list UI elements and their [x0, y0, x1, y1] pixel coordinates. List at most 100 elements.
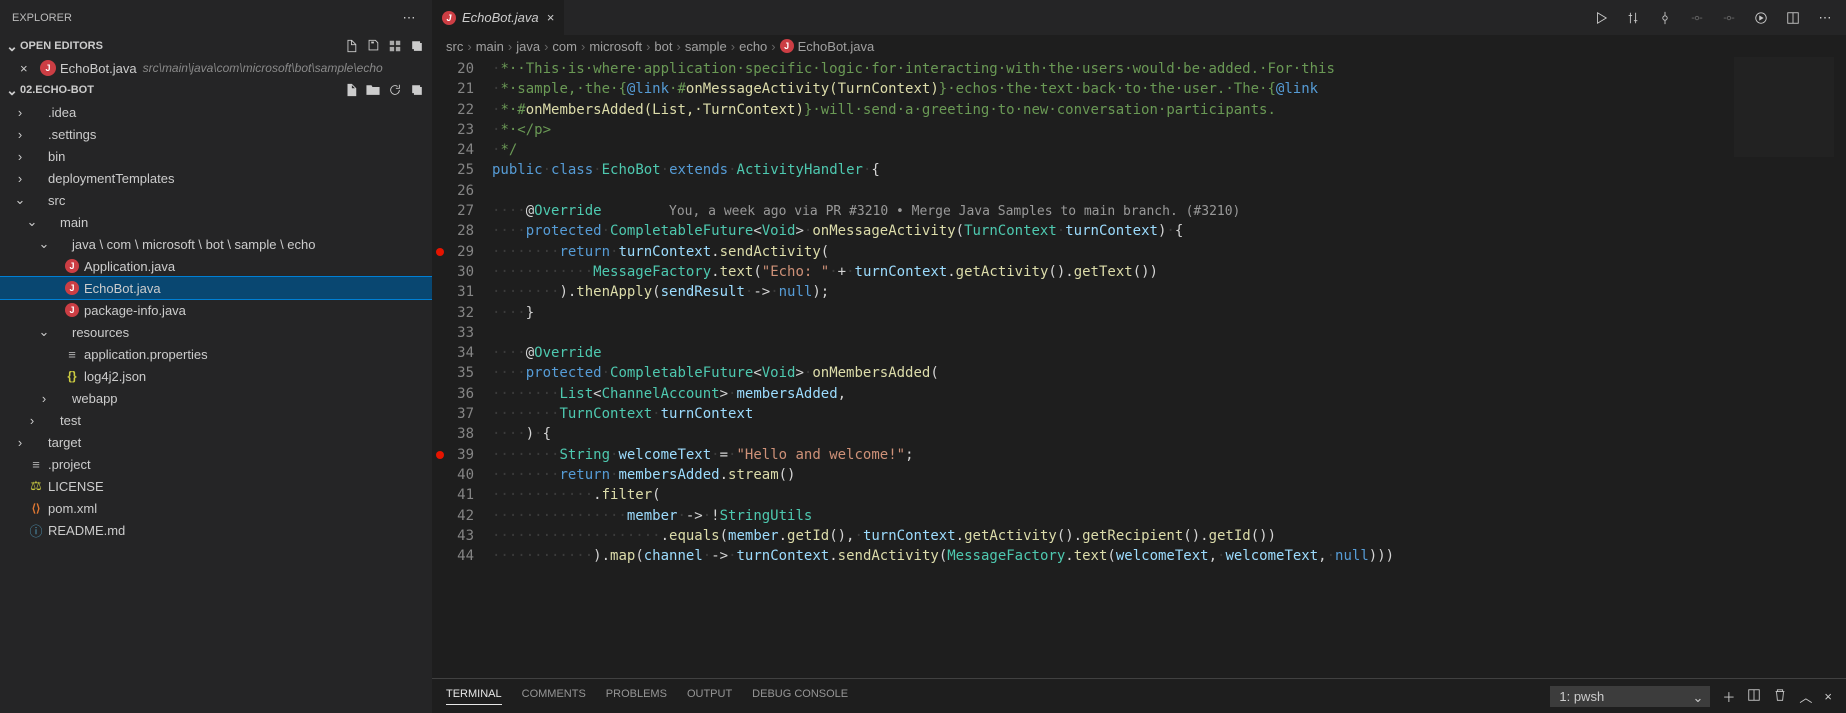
new-terminal-icon[interactable]: ＋: [1722, 687, 1735, 706]
properties-file-icon: ≡: [64, 346, 80, 362]
code-line[interactable]: ·*·#onMembersAdded(List,·TurnContext)}·w…: [492, 100, 1846, 120]
new-folder-icon[interactable]: [362, 79, 384, 101]
more-icon[interactable]: ⋯: [398, 7, 420, 29]
split-terminal-icon[interactable]: [1747, 688, 1761, 705]
code-content[interactable]: ·*··This·is·where·application·specific·l…: [492, 57, 1846, 678]
collapse-all-icon[interactable]: [406, 79, 428, 101]
tree-item[interactable]: {}log4j2.json: [0, 365, 432, 387]
tree-item[interactable]: Jpackage-info.java: [0, 299, 432, 321]
breadcrumb-segment[interactable]: sample: [685, 39, 727, 54]
tree-item[interactable]: ›.idea: [0, 101, 432, 123]
tab-echobot[interactable]: J EchoBot.java ×: [432, 0, 565, 35]
code-line[interactable]: [492, 181, 1846, 201]
folder-icon: [52, 236, 68, 252]
code-line[interactable]: ·*··This·is·where·application·specific·l…: [492, 59, 1846, 79]
tree-item[interactable]: ⟨⟩pom.xml: [0, 497, 432, 519]
breadcrumb-segment[interactable]: bot: [654, 39, 672, 54]
tree-item[interactable]: ›test: [0, 409, 432, 431]
tree-item[interactable]: ⌄main: [0, 211, 432, 233]
tree-item-label: src: [48, 193, 65, 208]
tree-item[interactable]: ⓘREADME.md: [0, 519, 432, 541]
code-line[interactable]: ············MessageFactory.text("Echo: "…: [492, 262, 1846, 282]
code-line[interactable]: ········return·turnContext.sendActivity(: [492, 242, 1846, 262]
close-panel-icon[interactable]: ×: [1824, 689, 1832, 704]
code-line[interactable]: ········String·welcomeText·=·"Hello and …: [492, 445, 1846, 465]
code-line[interactable]: ····@Override: [492, 343, 1846, 363]
breakpoint-icon[interactable]: [436, 248, 444, 256]
maximize-panel-icon[interactable]: ︿: [1799, 687, 1812, 706]
tree-item[interactable]: ›webapp: [0, 387, 432, 409]
panel-tab[interactable]: TERMINAL: [446, 688, 502, 705]
code-line[interactable]: ················member·->·!StringUtils: [492, 506, 1846, 526]
run-debug-icon[interactable]: [1752, 9, 1770, 27]
code-line[interactable]: ····················.equals(member.getId…: [492, 526, 1846, 546]
code-line[interactable]: ········return·membersAdded.stream(): [492, 465, 1846, 485]
code-line[interactable]: ····}: [492, 303, 1846, 323]
minimap[interactable]: [1734, 57, 1834, 157]
code-line[interactable]: ····protected·CompletableFuture<Void>·on…: [492, 221, 1846, 241]
code-line[interactable]: ····protected·CompletableFuture<Void>·on…: [492, 363, 1846, 383]
tree-item[interactable]: JApplication.java: [0, 255, 432, 277]
editor-body[interactable]: 2021222324252627282930313233343536373839…: [432, 57, 1846, 678]
tree-item[interactable]: ›.settings: [0, 123, 432, 145]
tree-item[interactable]: ›target: [0, 431, 432, 453]
chevron-down-icon: ⌄: [4, 38, 20, 55]
breadcrumb-segment[interactable]: main: [476, 39, 504, 54]
close-icon[interactable]: ×: [20, 61, 36, 76]
breadcrumb-segment[interactable]: echo: [739, 39, 767, 54]
collapse-icon[interactable]: [384, 35, 406, 57]
code-line[interactable]: [492, 323, 1846, 343]
prev-change-icon[interactable]: [1688, 9, 1706, 27]
line-number: 27: [432, 201, 492, 221]
panel-tab[interactable]: COMMENTS: [522, 688, 586, 705]
breadcrumb-segment[interactable]: microsoft: [589, 39, 642, 54]
breadcrumb-segment[interactable]: EchoBot.java: [798, 39, 875, 54]
open-editors-header[interactable]: ⌄ OPEN EDITORS: [0, 35, 432, 57]
tree-item[interactable]: ≡application.properties: [0, 343, 432, 365]
code-line[interactable]: public·class·EchoBot·extends·ActivityHan…: [492, 160, 1846, 180]
compare-changes-icon[interactable]: [1624, 9, 1642, 27]
split-editor-icon[interactable]: [1784, 9, 1802, 27]
panel-tab[interactable]: DEBUG CONSOLE: [752, 688, 848, 705]
more-icon[interactable]: ⋯: [1816, 9, 1834, 27]
folder-icon: [28, 192, 44, 208]
panel-tab[interactable]: PROBLEMS: [606, 688, 667, 705]
close-icon[interactable]: ×: [547, 10, 555, 25]
code-line[interactable]: ············.filter(: [492, 485, 1846, 505]
open-editor-item[interactable]: × J EchoBot.java src\main\java\com\micro…: [0, 57, 432, 79]
tree-item[interactable]: JEchoBot.java: [0, 277, 432, 299]
tree-item[interactable]: ⌄java \ com \ microsoft \ bot \ sample \…: [0, 233, 432, 255]
breadcrumb[interactable]: src›main›java›com›microsoft›bot›sample›e…: [432, 35, 1846, 57]
breadcrumb-segment[interactable]: com: [552, 39, 577, 54]
breadcrumb-segment[interactable]: java: [516, 39, 540, 54]
code-line[interactable]: ····@Override You, a week ago via PR #32…: [492, 201, 1846, 221]
run-icon[interactable]: [1592, 9, 1610, 27]
code-line[interactable]: ········List<ChannelAccount>·membersAdde…: [492, 384, 1846, 404]
close-all-icon[interactable]: [406, 35, 428, 57]
code-line[interactable]: ········).thenApply(sendResult·->·null);: [492, 282, 1846, 302]
tree-item[interactable]: ⌄resources: [0, 321, 432, 343]
tree-item[interactable]: ≡.project: [0, 453, 432, 475]
tree-item[interactable]: ⚖LICENSE: [0, 475, 432, 497]
code-line[interactable]: ·*·</p>: [492, 120, 1846, 140]
breakpoint-icon[interactable]: [436, 451, 444, 459]
new-file-icon[interactable]: [340, 35, 362, 57]
code-line[interactable]: ·*/: [492, 140, 1846, 160]
refresh-icon[interactable]: [384, 79, 406, 101]
tree-item[interactable]: ›deploymentTemplates: [0, 167, 432, 189]
tree-item[interactable]: ›bin: [0, 145, 432, 167]
breadcrumb-segment[interactable]: src: [446, 39, 463, 54]
next-change-icon[interactable]: [1720, 9, 1738, 27]
code-line[interactable]: ·*·sample,·the·{@link·#onMessageActivity…: [492, 79, 1846, 99]
panel-tab[interactable]: OUTPUT: [687, 688, 732, 705]
kill-terminal-icon[interactable]: [1773, 688, 1787, 705]
git-commit-icon[interactable]: [1656, 9, 1674, 27]
save-all-icon[interactable]: [362, 35, 384, 57]
code-line[interactable]: ········TurnContext·turnContext: [492, 404, 1846, 424]
new-file-icon[interactable]: [340, 79, 362, 101]
code-line[interactable]: ····)·{: [492, 424, 1846, 444]
tree-item[interactable]: ⌄src: [0, 189, 432, 211]
code-line[interactable]: ············).map(channel·->·turnContext…: [492, 546, 1846, 566]
project-header[interactable]: ⌄ 02.ECHO-BOT: [0, 79, 432, 101]
terminal-selector[interactable]: 1: pwsh ⌄: [1550, 686, 1710, 707]
